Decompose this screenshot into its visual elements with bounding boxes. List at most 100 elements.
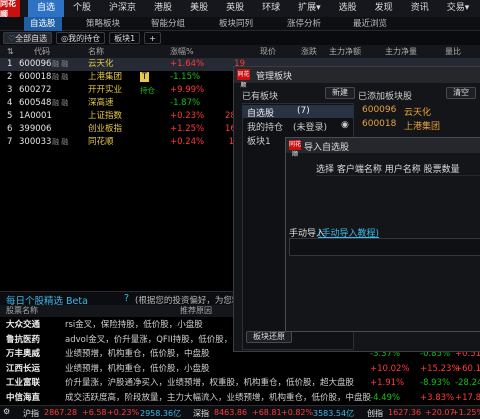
nav-item-trade[interactable]: 交易▾ [438,0,479,17]
all-zixuan-button[interactable]: ♡全部自选 [3,32,53,44]
col-name[interactable]: 名称 [88,45,104,58]
nav-item-news[interactable]: 资讯 [402,0,438,17]
nav-item-select[interactable]: 选股 [330,0,366,17]
import-prompt: 选择 客户端名称 用户名称 股票数量 [316,165,460,175]
pick-change-2: -8.93% [420,378,451,388]
nav-item-stock[interactable]: 个股 [64,0,100,17]
chevron-down-icon: ▾ [316,3,321,13]
sector-item-label: 自选股 [247,109,275,119]
sh-value: 2867.28 [44,408,78,417]
col-code[interactable]: 代码 [34,45,50,58]
row-index: 5 [7,111,13,121]
manual-import-input[interactable] [289,238,480,256]
existing-sector-label: 已有板块 [242,92,279,102]
list-item[interactable]: 江西长运 业绩预增，机构重仓，低价股，小盘股 +10.02% +15.23% +60.1… [0,362,480,376]
pct-change: +1.64% [170,59,205,69]
restore-sector-button[interactable]: 板块还原 [246,331,292,343]
nav-item-hushenjing[interactable]: 沪深京 [100,0,145,17]
nav-item-expand[interactable]: 扩展▾ [289,0,330,17]
row-index: 7 [7,137,13,147]
sh-pct: +0.23% [107,408,140,417]
tab-strategy-sector[interactable]: 策略板块 [86,17,120,31]
col-main-vol[interactable]: 主力净量 [385,45,417,58]
stock-name: 同花顺 [88,137,114,147]
pick-change-1: -4.49% [370,392,401,403]
sh-amount: 2958.36亿 [140,409,182,418]
row-index: 3 [7,85,13,95]
pick-reason: 业绩预增，机构重仓，低价股，中盘股 [65,349,210,359]
pick-change-1: +1.91% [370,378,405,388]
sz-change: +68.81 [252,408,282,417]
manage-sector-titlebar[interactable]: 同花顺 管理板块 [234,67,480,89]
sector1-button[interactable]: 板块1 [109,32,141,44]
col-price[interactable]: 现价 [260,45,276,58]
pick-stock-name: 大众交通 [6,320,41,330]
pick-reason: 成交活跃度高，阶段放量，主力大幅流入，业绩预增，机构重仓，低价股，中盘股 [65,392,372,403]
pick-change-3: +17.81 [455,392,480,403]
stock-code: 300033 [19,137,52,147]
pick-stock-name: 鲁抗医药 [6,334,41,345]
stock-code: 600096 [19,59,52,69]
nav-item-uk[interactable]: 英股 [217,0,253,17]
gear-icon[interactable]: ⚙ [3,407,10,416]
pick-stock-name: 中信海直 [6,392,41,403]
sector-item-count: (7) [297,106,310,116]
app-logo-icon: 同花顺 [237,69,250,89]
my-holding-button[interactable]: ◎我的持仓 [56,32,106,44]
list-item[interactable]: 工业富联 价升量涨，沪股通净买入，业绩预增，权重股，机构重仓，低价股，超大盘股 +1… [0,376,480,390]
sz-amount: 3583.54亿 [313,409,355,418]
tab-limit-up[interactable]: 涨停分析 [287,17,321,31]
nav-item-hk[interactable]: 港股 [145,0,181,17]
tab-recent[interactable]: 最近浏览 [353,17,387,31]
eye-icon[interactable]: ◉ [341,120,349,130]
clear-button[interactable]: 清空 [446,87,476,99]
tab-sector-same[interactable]: 板块同列 [219,17,253,31]
pick-stock-name: 江西长运 [6,363,41,374]
stock-code: 600548 [19,98,52,108]
import-titlebar[interactable]: 同花顺 导入自选股 [286,138,480,158]
cy-pct: +1.25% [452,408,480,417]
nav-expand-label: 扩展 [298,3,317,13]
stock-name: 云天化 [404,108,432,118]
pct-change: -1.87% [170,98,201,108]
nav-item-us[interactable]: 美股 [181,0,217,17]
nav-item-zixuan[interactable]: 自选 [28,0,65,17]
stock-badge: T [140,72,150,82]
stock-name: 创业板指 [88,124,123,134]
col-vol-ratio[interactable]: 量比 [445,45,461,58]
list-item[interactable]: 中信海直 成交活跃度高，阶段放量，主力大幅流入，业绩预增，机构重仓，低价股，中盘股… [0,391,480,405]
sector-item-zixuan[interactable]: 自选股 (7) [243,105,353,119]
stock-name: 云天化 [88,59,114,69]
row-index: 6 [7,124,13,134]
col-main-net[interactable]: 主力净额 [329,45,361,58]
sector-item-holding[interactable]: 我的持仓 (未登录) ◉ [243,119,353,133]
stock-name: 深高速 [88,98,114,108]
pct-change: +0.23% [170,111,205,121]
top-nav: 同花顺 自选 个股 沪深京 港股 美股 英股 环球 扩展▾ 选股 发现 资讯 交… [0,0,480,19]
added-stock-item[interactable]: 600018 上港集团 [358,118,478,132]
stock-code: 600096 [362,105,397,115]
new-sector-button[interactable]: 新建 [325,87,355,99]
sector-item-count: (未登录) [293,123,328,133]
sort-icon[interactable]: ⇅ [7,45,14,58]
stock-name: 上港集团 [404,122,441,132]
col-pct[interactable]: 涨幅% [170,45,194,58]
stock-name: 上证指数 [88,111,123,121]
row-index: 2 [7,72,13,82]
col-change[interactable]: 涨跌 [301,45,317,58]
add-group-button[interactable]: + [144,32,161,44]
pct-change: +9.99% [170,85,205,95]
stock-name: 开开实业 [88,85,123,95]
col-stock-name: 股票名称 [6,306,38,315]
pick-reason: advol金叉，价升量涨，QFII持股，低价股，中盘股 [65,334,258,345]
help-icon[interactable]: ? [124,293,129,304]
tab-smart-group[interactable]: 智能分组 [151,17,185,31]
margin-tag: 融 融 [52,99,69,107]
margin-tag: 融 融 [52,73,69,81]
added-stock-item[interactable]: 600096 云天化 [358,104,478,118]
status-bar: ⚙ 沪指 2867.28 +6.58 +0.23% 2958.36亿 深指 84… [0,405,480,419]
tab-zixuangu[interactable]: 自选股 [24,17,62,31]
nav-item-discover[interactable]: 发现 [366,0,402,17]
nav-item-global[interactable]: 环球 [253,0,289,17]
client-list[interactable] [316,175,480,225]
